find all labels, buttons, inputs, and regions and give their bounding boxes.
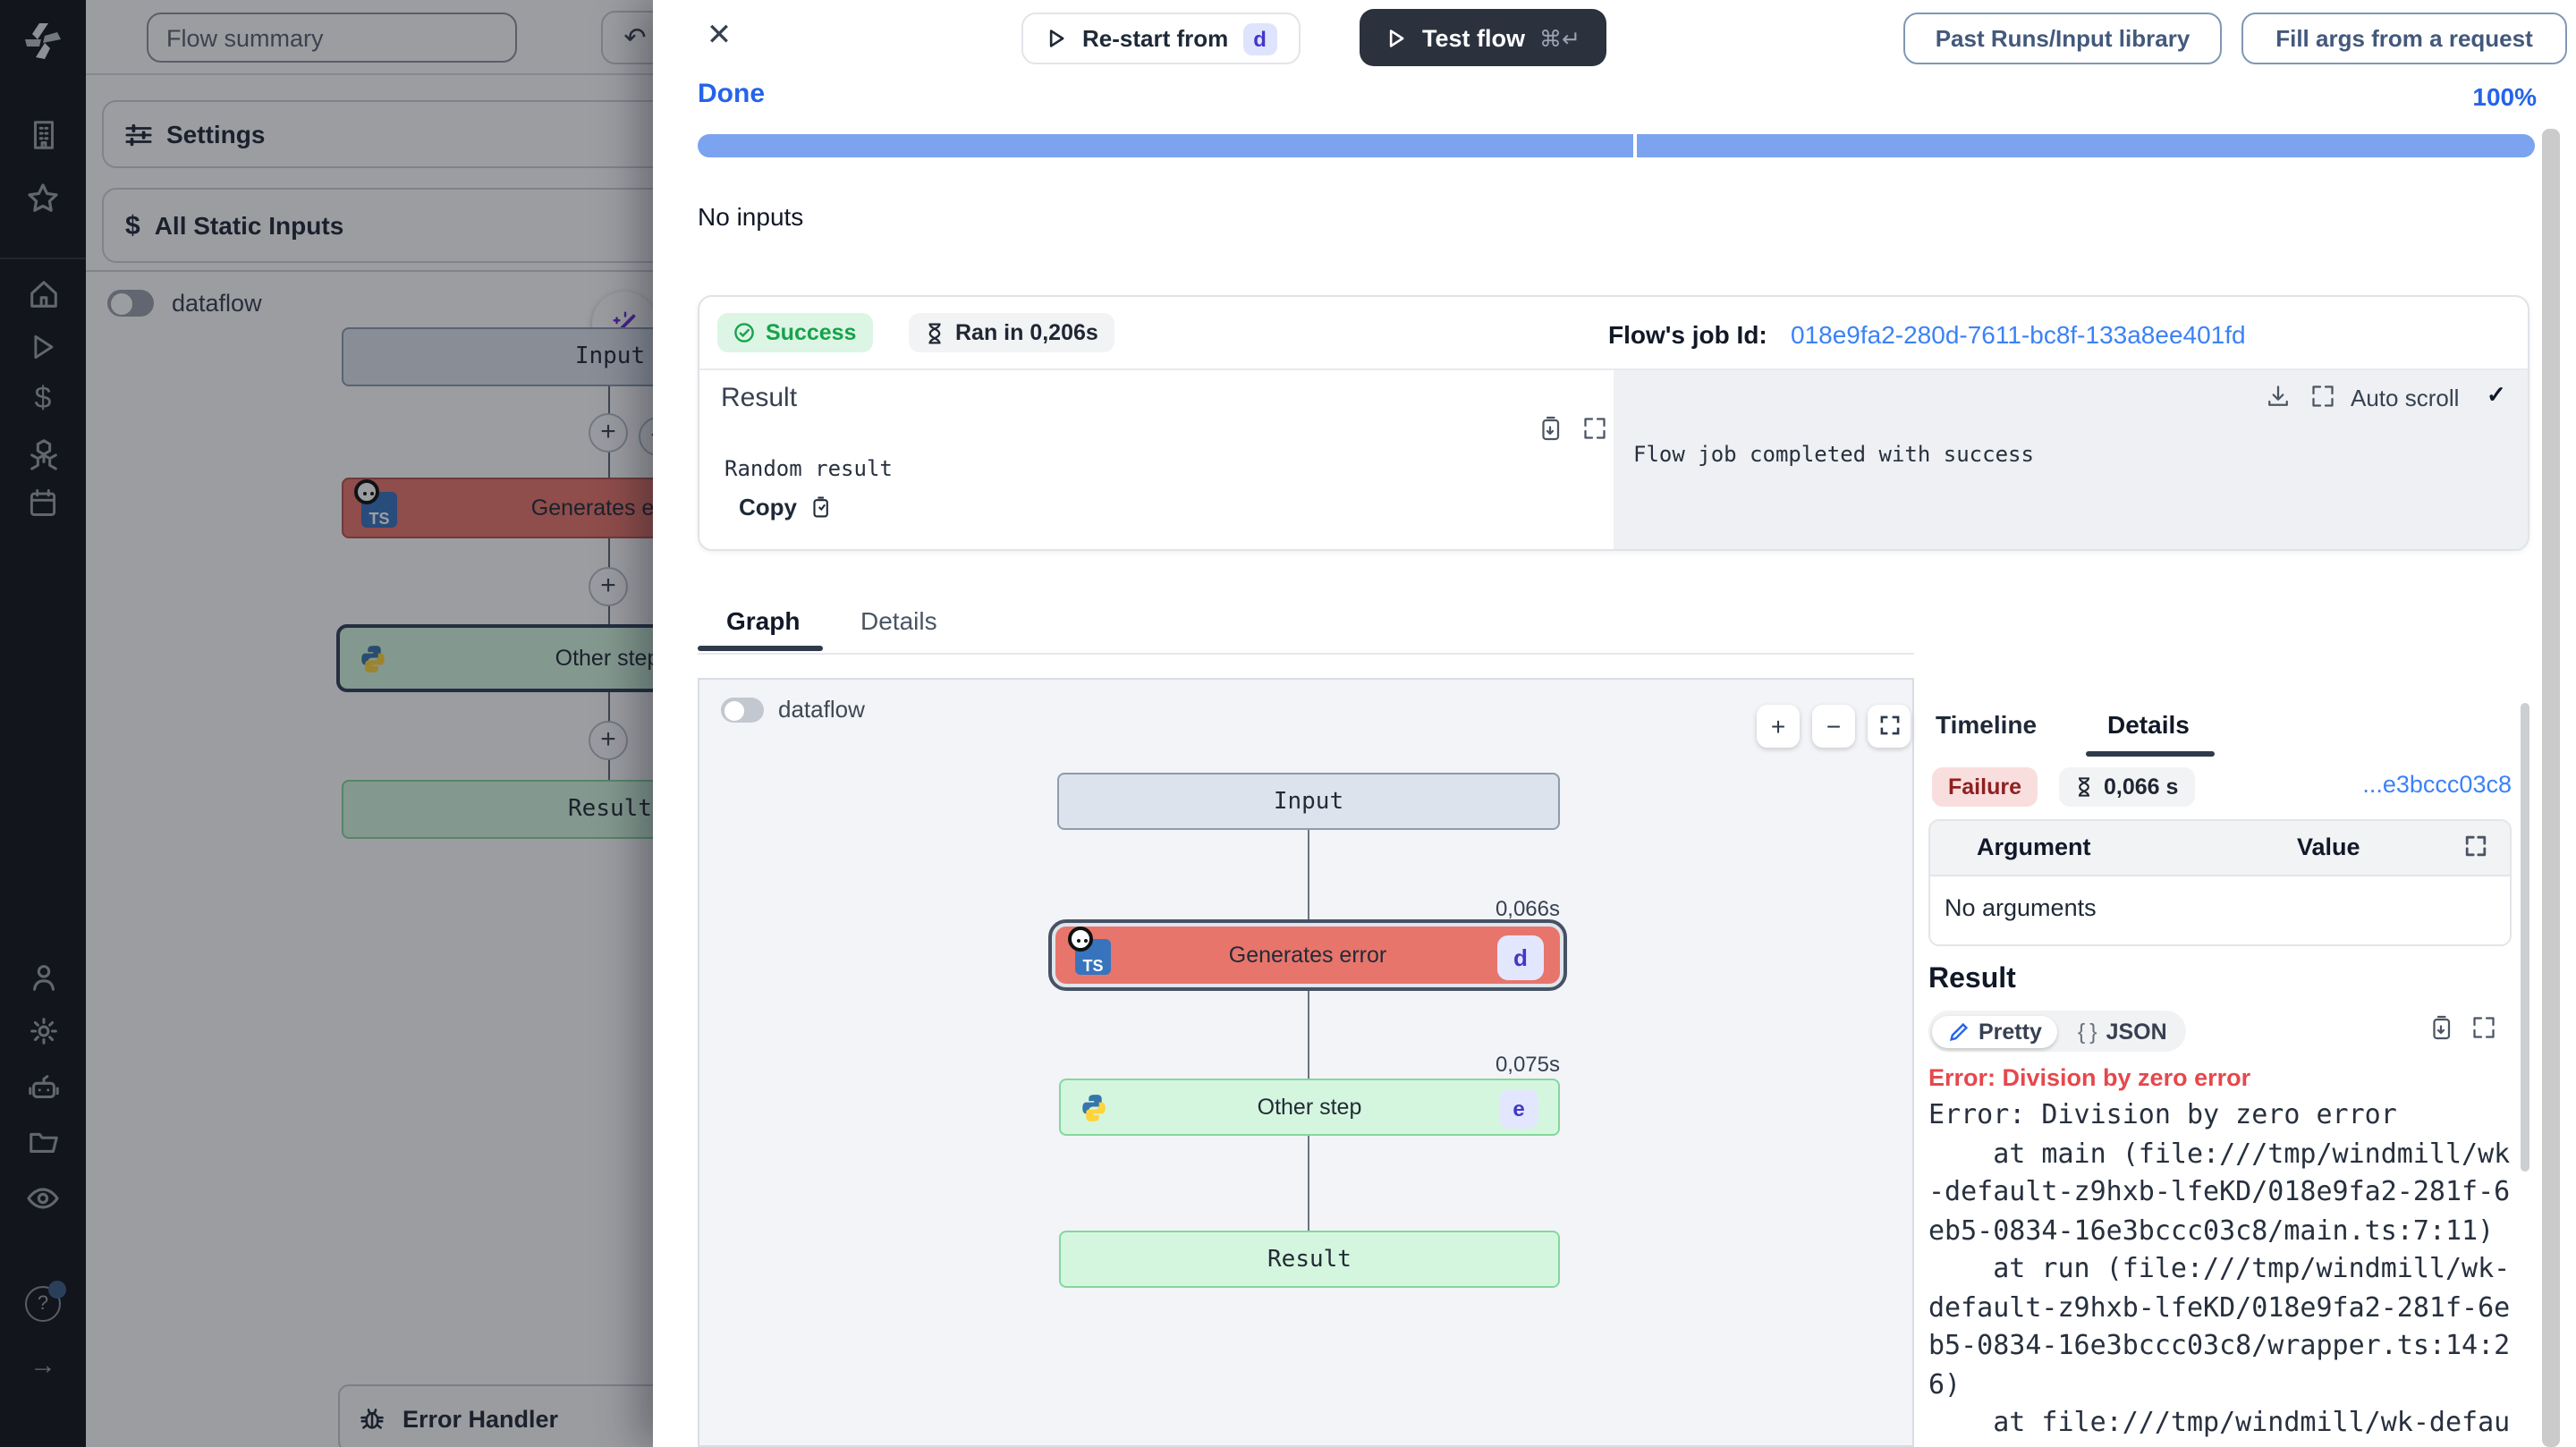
step2-duration: 0,075s [1381, 1052, 1560, 1077]
clipboard-icon [808, 495, 831, 519]
tab-details-underline [2086, 751, 2215, 756]
play-icon [1045, 27, 1068, 50]
step-job-link[interactable]: ...e3bccc03c8 [2362, 771, 2512, 798]
success-badge: Success [717, 313, 872, 352]
fit-view-button[interactable] [1868, 705, 1911, 748]
hourglass-icon [925, 321, 945, 344]
status-done: Done [698, 79, 765, 109]
tabs-border [698, 653, 1914, 655]
zoom-in-button[interactable]: + [1757, 705, 1800, 748]
step-id-badge: e [1499, 1089, 1538, 1129]
test-flow-button[interactable]: Test flow ⌘↵ [1360, 9, 1606, 66]
check-circle-icon [733, 322, 755, 343]
column-value: Value [2297, 834, 2360, 860]
expand-table-icon[interactable] [2463, 834, 2488, 859]
pretty-view-button[interactable]: Pretty [1932, 1015, 2058, 1047]
result-value: Random result [724, 456, 893, 481]
step-result-title: Result [1928, 964, 2016, 996]
step-details-panel: Timeline Details Failure 0,066 s ...e3bc… [1928, 678, 2512, 1447]
error-stack-trace: Error: Division by zero error at main (f… [1928, 1096, 2512, 1447]
error-title: Error: Division by zero error [1928, 1064, 2250, 1091]
arguments-table: Argument Value No arguments [1928, 819, 2512, 946]
log-pane: Auto scroll ✓ Flow job completed with su… [1614, 370, 2528, 549]
graph-node-input[interactable]: Input [1057, 773, 1560, 830]
shortcut-hint: ⌘↵ [1539, 24, 1580, 51]
step-id-badge: d [1242, 22, 1277, 55]
restart-from-button[interactable]: Re-start from d [1021, 13, 1301, 64]
tab-details[interactable]: Details [860, 606, 937, 635]
step1-duration: 0,066s [1381, 896, 1560, 921]
job-id-label: Flow's job Id: [1608, 320, 1767, 349]
dataflow-label: dataflow [778, 696, 865, 723]
expand-log-icon[interactable] [2309, 383, 2336, 410]
column-argument: Argument [1977, 834, 2091, 860]
test-flow-modal: ✕ Re-start from d Test flow ⌘↵ Past Runs… [653, 0, 2576, 1447]
expand-result-icon[interactable] [1581, 415, 1608, 442]
edge [1308, 987, 1309, 1079]
braces-icon: { } [2078, 1019, 2097, 1044]
zoom-out-button[interactable]: − [1812, 705, 1855, 748]
flow-graph-panel: dataflow + − Input 0,066s TS Generates e… [698, 678, 1914, 1447]
failure-badge: Failure [1932, 767, 2038, 807]
table-header: Argument Value [1930, 821, 2510, 876]
job-id-link[interactable]: 018e9fa2-280d-7611-bc8f-133a8ee401fd [1791, 320, 2246, 349]
progress-bar-segment [698, 134, 1633, 157]
graph-node-step2[interactable]: Other step e [1059, 1079, 1560, 1136]
progress-percent: 100% [2472, 82, 2537, 111]
download-log-icon[interactable] [2265, 383, 2292, 410]
bun-icon [1068, 927, 1093, 952]
close-icon[interactable]: ✕ [699, 16, 739, 55]
result-view-switch: Pretty { } JSON [1928, 1011, 2187, 1052]
json-view-button[interactable]: { } JSON [2062, 1015, 2183, 1047]
maximize-icon [1877, 714, 1901, 737]
graph-node-result[interactable]: Result [1059, 1231, 1560, 1288]
copy-result-icon[interactable] [1537, 415, 1563, 442]
step-duration-badge: 0,066 s [2059, 767, 2194, 807]
tab-graph-underline [698, 646, 823, 651]
graph-node-step1-selected[interactable]: TS Generates error d [1052, 923, 1563, 987]
result-title: Result [721, 383, 797, 413]
duration-badge: Ran in 0,206s [909, 313, 1114, 352]
tab-step-details[interactable]: Details [2107, 710, 2190, 739]
run-result-card: Success Ran in 0,206s Flow's job Id: 018… [698, 295, 2529, 551]
details-scrollbar[interactable] [2521, 703, 2529, 1172]
tab-timeline[interactable]: Timeline [1936, 710, 2037, 739]
step-id-badge: d [1497, 935, 1544, 980]
page-scrollbar[interactable] [2542, 129, 2560, 1447]
progress-bar-segment [1637, 134, 2535, 157]
table-row: No arguments [1930, 876, 2510, 944]
play-icon [1385, 26, 1408, 49]
dataflow-toggle[interactable] [721, 698, 764, 723]
screen: $ ? → ↶ [0, 0, 2576, 1447]
edge [1308, 830, 1309, 923]
no-arguments-text: No arguments [1945, 894, 2097, 921]
auto-scroll-check[interactable]: ✓ [2487, 381, 2506, 410]
hourglass-icon [2075, 776, 2093, 798]
typescript-icon: TS [1075, 939, 1111, 975]
expand-step-result-icon[interactable] [2470, 1014, 2497, 1041]
pen-icon [1948, 1020, 1970, 1042]
tab-graph[interactable]: Graph [726, 606, 800, 635]
log-text: Flow job completed with success [1633, 442, 2034, 467]
copy-button[interactable]: Copy [739, 494, 831, 520]
auto-scroll-label: Auto scroll [2351, 385, 2459, 411]
no-inputs-text: No inputs [698, 202, 803, 231]
modal-overlay[interactable] [0, 0, 653, 1447]
past-runs-button[interactable]: Past Runs/Input library [1903, 13, 2222, 64]
python-icon [1079, 1093, 1109, 1123]
copy-step-result-icon[interactable] [2428, 1014, 2454, 1041]
fill-args-button[interactable]: Fill args from a request [2241, 13, 2567, 64]
edge [1308, 1136, 1309, 1231]
